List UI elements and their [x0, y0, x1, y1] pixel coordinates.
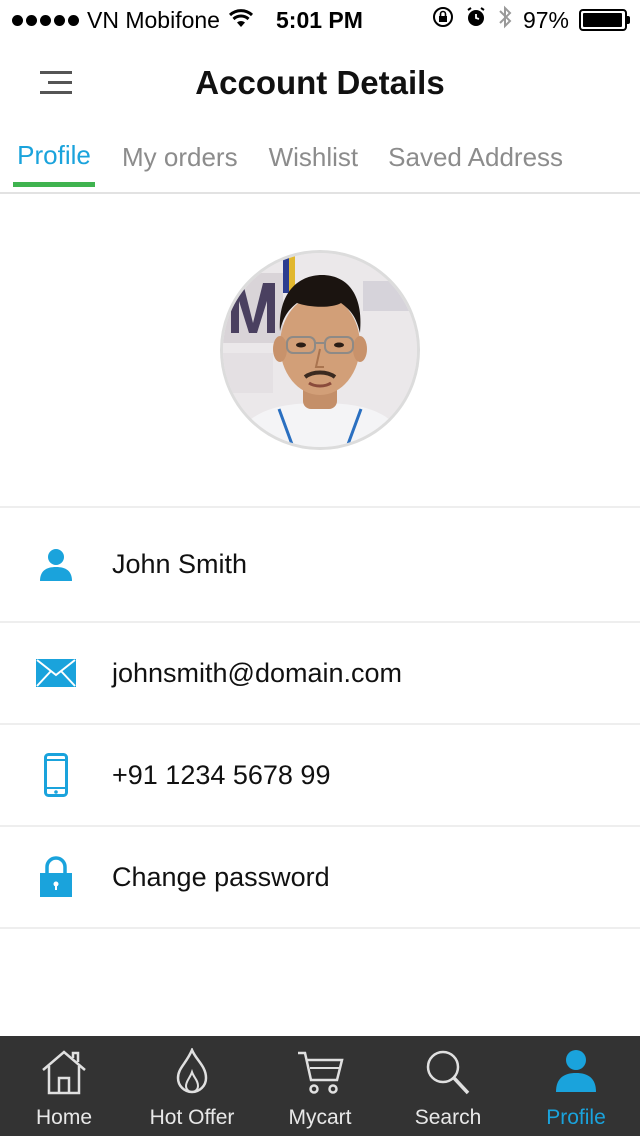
bluetooth-icon — [497, 4, 513, 36]
nav-mycart-label: Mycart — [288, 1106, 352, 1129]
change-password-link: Change password — [112, 861, 330, 892]
nav-hot-offer[interactable]: Hot Offer — [128, 1036, 256, 1136]
user-email: johnsmith@domain.com — [112, 657, 403, 688]
status-bar: VN Mobifone 5:01 PM 97% — [0, 0, 640, 40]
user-phone: +91 1234 5678 99 — [112, 759, 331, 790]
mobile-phone-icon — [36, 753, 76, 797]
search-icon — [384, 1048, 512, 1100]
nav-profile[interactable]: Profile — [512, 1036, 640, 1136]
phone-row[interactable]: +91 1234 5678 99 — [0, 725, 640, 827]
email-row[interactable]: johnsmith@domain.com — [0, 623, 640, 725]
app-header: Account Details — [0, 40, 640, 128]
nav-search-label: Search — [414, 1106, 482, 1129]
cart-icon — [256, 1048, 384, 1100]
flame-icon — [128, 1048, 256, 1100]
nav-home-label: Home — [35, 1106, 93, 1129]
lock-icon — [36, 856, 76, 897]
bottom-navigation: Home Hot Offer Mycart Search Profile — [0, 1036, 640, 1136]
rotation-lock-icon — [431, 5, 455, 35]
user-name: John Smith — [112, 549, 248, 579]
battery-percentage: 97% — [522, 6, 569, 33]
nav-hot-offer-label: Hot Offer — [149, 1106, 235, 1129]
avatar-photo — [223, 253, 417, 447]
alarm-icon — [465, 6, 487, 34]
user-icon — [36, 545, 76, 585]
page-title: Account Details — [195, 64, 445, 101]
home-icon — [0, 1048, 128, 1100]
nav-search[interactable]: Search — [384, 1036, 512, 1136]
wifi-icon — [228, 7, 254, 34]
tab-profile[interactable]: Profile — [13, 128, 95, 190]
clock: 5:01 PM — [276, 6, 363, 33]
user-icon — [512, 1048, 640, 1100]
change-password-row[interactable]: Change password — [0, 827, 640, 929]
profile-info-list: John Smith johnsmith@domain.com +91 1234… — [0, 506, 640, 929]
account-tabs: Profile My orders Wishlist Saved Address — [0, 128, 640, 194]
carrier-name: VN Mobifone — [87, 6, 220, 33]
signal-strength-icon — [12, 14, 79, 26]
avatar[interactable] — [220, 250, 420, 450]
tab-wishlist[interactable]: Wishlist — [269, 128, 359, 190]
nav-home[interactable]: Home — [0, 1036, 128, 1136]
tab-my-orders[interactable]: My orders — [122, 128, 238, 190]
battery-icon — [579, 9, 630, 31]
name-row[interactable]: John Smith — [0, 508, 640, 623]
nav-profile-label: Profile — [546, 1106, 606, 1129]
tab-saved-address[interactable]: Saved Address — [388, 128, 563, 190]
nav-mycart[interactable]: Mycart — [256, 1036, 384, 1136]
mail-icon — [36, 653, 76, 693]
